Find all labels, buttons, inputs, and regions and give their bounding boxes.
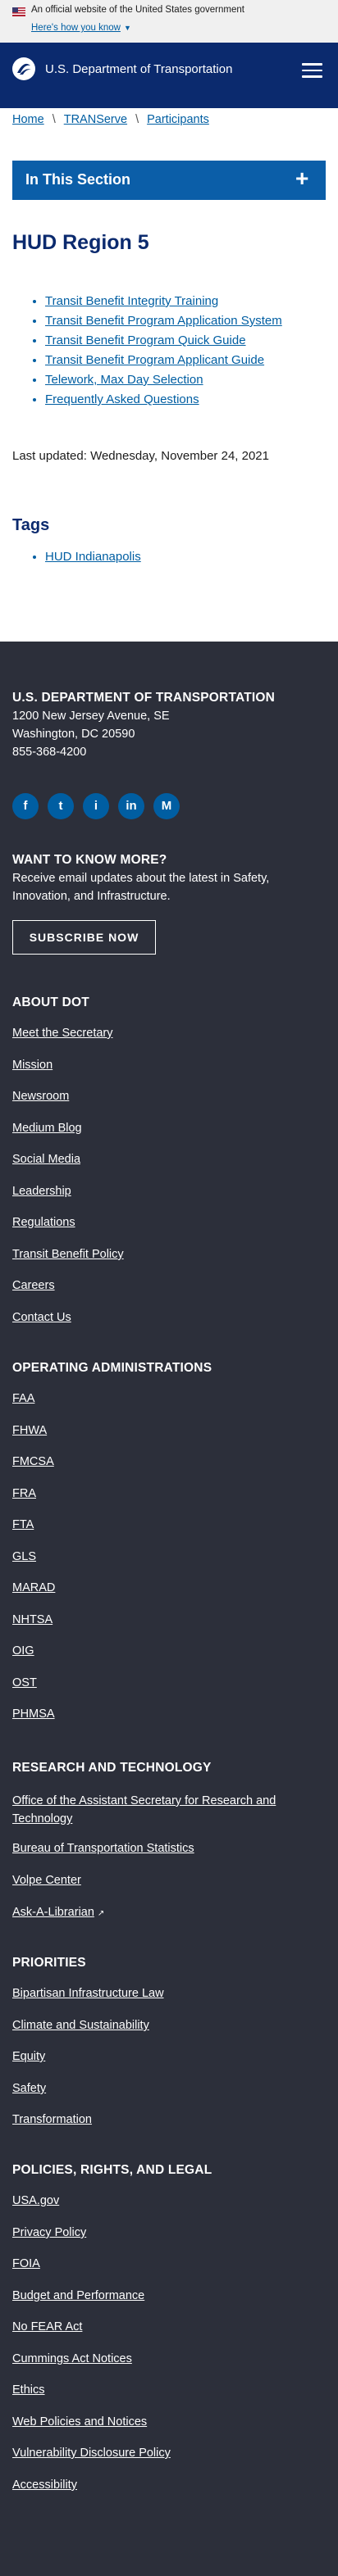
footer-link[interactable]: Leadership	[12, 1185, 71, 1198]
footer-link[interactable]: Volpe Center	[12, 1874, 81, 1887]
facebook-icon[interactable]: f	[12, 793, 39, 819]
site-title[interactable]: U.S. Department of Transportation	[45, 62, 232, 76]
footer-link[interactable]: FMCSA	[12, 1455, 54, 1468]
breadcrumb: Home \ TRANServe \ Participants	[12, 113, 209, 126]
list-item: HUD Indianapolis	[45, 547, 141, 567]
footer-link[interactable]: Contact Us	[12, 1311, 71, 1324]
footer-link[interactable]: Cummings Act Notices	[12, 2352, 132, 2365]
about-dot-heading: ABOUT DOT	[12, 995, 89, 1009]
site-header: U.S. Department of Transportation	[0, 43, 338, 108]
us-flag-icon	[12, 7, 25, 16]
tags-heading: Tags	[12, 516, 50, 534]
research-technology-heading: RESEARCH AND TECHNOLOGY	[12, 1761, 212, 1775]
breadcrumb-separator: \	[135, 113, 139, 126]
want-to-know-text: Receive email updates about the latest i…	[12, 872, 270, 903]
list-item: Transit Benefit Program Applicant Guide	[45, 351, 282, 370]
footer-link[interactable]: Regulations	[12, 1216, 75, 1229]
footer-link[interactable]: Vulnerability Disclosure Policy	[12, 2447, 171, 2460]
footer-link[interactable]: Ethics	[12, 2383, 45, 2397]
priorities-heading: PRIORITIES	[12, 1956, 86, 1970]
list-item: Transit Benefit Program Quick Guide	[45, 331, 282, 351]
footer-link[interactable]: FRA	[12, 1487, 36, 1500]
link-applicant-guide[interactable]: Transit Benefit Program Applicant Guide	[45, 353, 264, 367]
footer-link[interactable]: Meet the Secretary	[12, 1027, 113, 1040]
footer-org-name: U.S. DEPARTMENT OF TRANSPORTATION	[12, 691, 276, 705]
footer-link[interactable]: Social Media	[12, 1153, 80, 1166]
linkedin-icon[interactable]: in	[118, 793, 144, 819]
footer-link[interactable]: Accessibility	[12, 2478, 77, 2492]
footer-link[interactable]: Equity	[12, 2050, 45, 2063]
subscribe-button[interactable]: SUBSCRIBE NOW	[12, 920, 156, 955]
footer-link[interactable]: Climate and Sustainability	[12, 2019, 149, 2032]
footer-link[interactable]: Transit Benefit Policy	[12, 1248, 124, 1261]
footer-link[interactable]: USA.gov	[12, 2194, 59, 2207]
chevron-down-icon: ▼	[123, 24, 131, 32]
footer-link[interactable]: Newsroom	[12, 1090, 69, 1103]
footer-phone: 855-368-4200	[12, 746, 87, 759]
list-item: Transit Benefit Integrity Training	[45, 292, 282, 311]
heres-how-you-know-link[interactable]: Here's how you know ▼	[31, 23, 131, 33]
instagram-icon[interactable]: i	[83, 793, 109, 819]
plus-icon: +	[295, 166, 309, 191]
medium-icon[interactable]: M	[153, 793, 180, 819]
footer-link[interactable]: FTA	[12, 1518, 34, 1531]
footer-link[interactable]: Safety	[12, 2082, 46, 2095]
breadcrumb-participants[interactable]: Participants	[147, 113, 209, 126]
footer-link[interactable]: Careers	[12, 1279, 55, 1292]
footer-link[interactable]: Bipartisan Infrastructure Law	[12, 1987, 164, 2000]
link-faq[interactable]: Frequently Asked Questions	[45, 392, 199, 406]
breadcrumb-home[interactable]: Home	[12, 113, 44, 126]
footer-link[interactable]: Mission	[12, 1059, 53, 1072]
list-item: Telework, Max Day Selection	[45, 370, 282, 390]
footer-link[interactable]: Transformation	[12, 2113, 92, 2126]
footer-link[interactable]: Medium Blog	[12, 1122, 82, 1135]
footer-address-line1: 1200 New Jersey Avenue, SE	[12, 710, 170, 723]
dot-logo-icon[interactable]	[12, 57, 35, 80]
footer-link[interactable]: Budget and Performance	[12, 2289, 144, 2302]
footer-link[interactable]: PHMSA	[12, 1708, 55, 1721]
footer-link[interactable]: MARAD	[12, 1581, 55, 1594]
breadcrumb-separator: \	[52, 113, 56, 126]
list-item: Frequently Asked Questions	[45, 390, 282, 410]
footer-link[interactable]: NHTSA	[12, 1613, 53, 1626]
tags-list: HUD Indianapolis	[45, 547, 141, 567]
list-item: Transit Benefit Program Application Syst…	[45, 311, 282, 331]
twitter-icon[interactable]: t	[48, 793, 74, 819]
operating-administrations-heading: OPERATING ADMINISTRATIONS	[12, 1361, 212, 1375]
site-footer: U.S. DEPARTMENT OF TRANSPORTATION 1200 N…	[0, 642, 338, 2576]
last-updated: Last updated: Wednesday, November 24, 20…	[12, 449, 269, 463]
footer-link[interactable]: No FEAR Act	[12, 2320, 82, 2333]
gov-banner-text: An official website of the United States…	[31, 5, 244, 15]
footer-link[interactable]: Ask-A-Librarian	[12, 1906, 94, 1919]
link-application-system[interactable]: Transit Benefit Program Application Syst…	[45, 314, 282, 328]
footer-link[interactable]: GLS	[12, 1550, 36, 1563]
link-integrity-training[interactable]: Transit Benefit Integrity Training	[45, 294, 218, 308]
in-this-section-label: In This Section	[25, 171, 131, 188]
footer-link[interactable]: OIG	[12, 1644, 34, 1658]
footer-link[interactable]: FAA	[12, 1392, 34, 1405]
page-title: HUD Region 5	[12, 231, 149, 254]
want-to-know-heading: WANT TO KNOW MORE?	[12, 853, 167, 867]
footer-link[interactable]: Office of the Assistant Secretary for Re…	[12, 1792, 320, 1828]
footer-link[interactable]: Bureau of Transportation Statistics	[12, 1842, 194, 1855]
in-this-section-toggle[interactable]: In This Section +	[12, 161, 326, 200]
section-link-list: Transit Benefit Integrity Training Trans…	[45, 292, 282, 410]
gov-banner: An official website of the United States…	[0, 0, 338, 43]
ask-a-librarian-wrapper: Ask-A-Librarian ↗	[12, 1905, 104, 1920]
breadcrumb-transerve[interactable]: TRANServe	[64, 113, 127, 126]
tag-hud-indianapolis[interactable]: HUD Indianapolis	[45, 550, 141, 564]
footer-link[interactable]: FOIA	[12, 2257, 40, 2270]
external-link-icon: ↗	[97, 1909, 105, 1918]
link-telework[interactable]: Telework, Max Day Selection	[45, 373, 203, 387]
hamburger-menu-icon[interactable]	[302, 63, 322, 78]
policies-heading: POLICIES, RIGHTS, AND LEGAL	[12, 2163, 212, 2177]
footer-address-line2: Washington, DC 20590	[12, 728, 135, 741]
heres-how-you-know-label: Here's how you know	[31, 23, 121, 33]
footer-link[interactable]: OST	[12, 1676, 37, 1689]
footer-link[interactable]: FHWA	[12, 1424, 47, 1437]
link-quick-guide[interactable]: Transit Benefit Program Quick Guide	[45, 333, 246, 347]
footer-link[interactable]: Web Policies and Notices	[12, 2415, 147, 2429]
footer-link[interactable]: Privacy Policy	[12, 2226, 86, 2239]
social-links: f t i in M	[12, 793, 189, 819]
